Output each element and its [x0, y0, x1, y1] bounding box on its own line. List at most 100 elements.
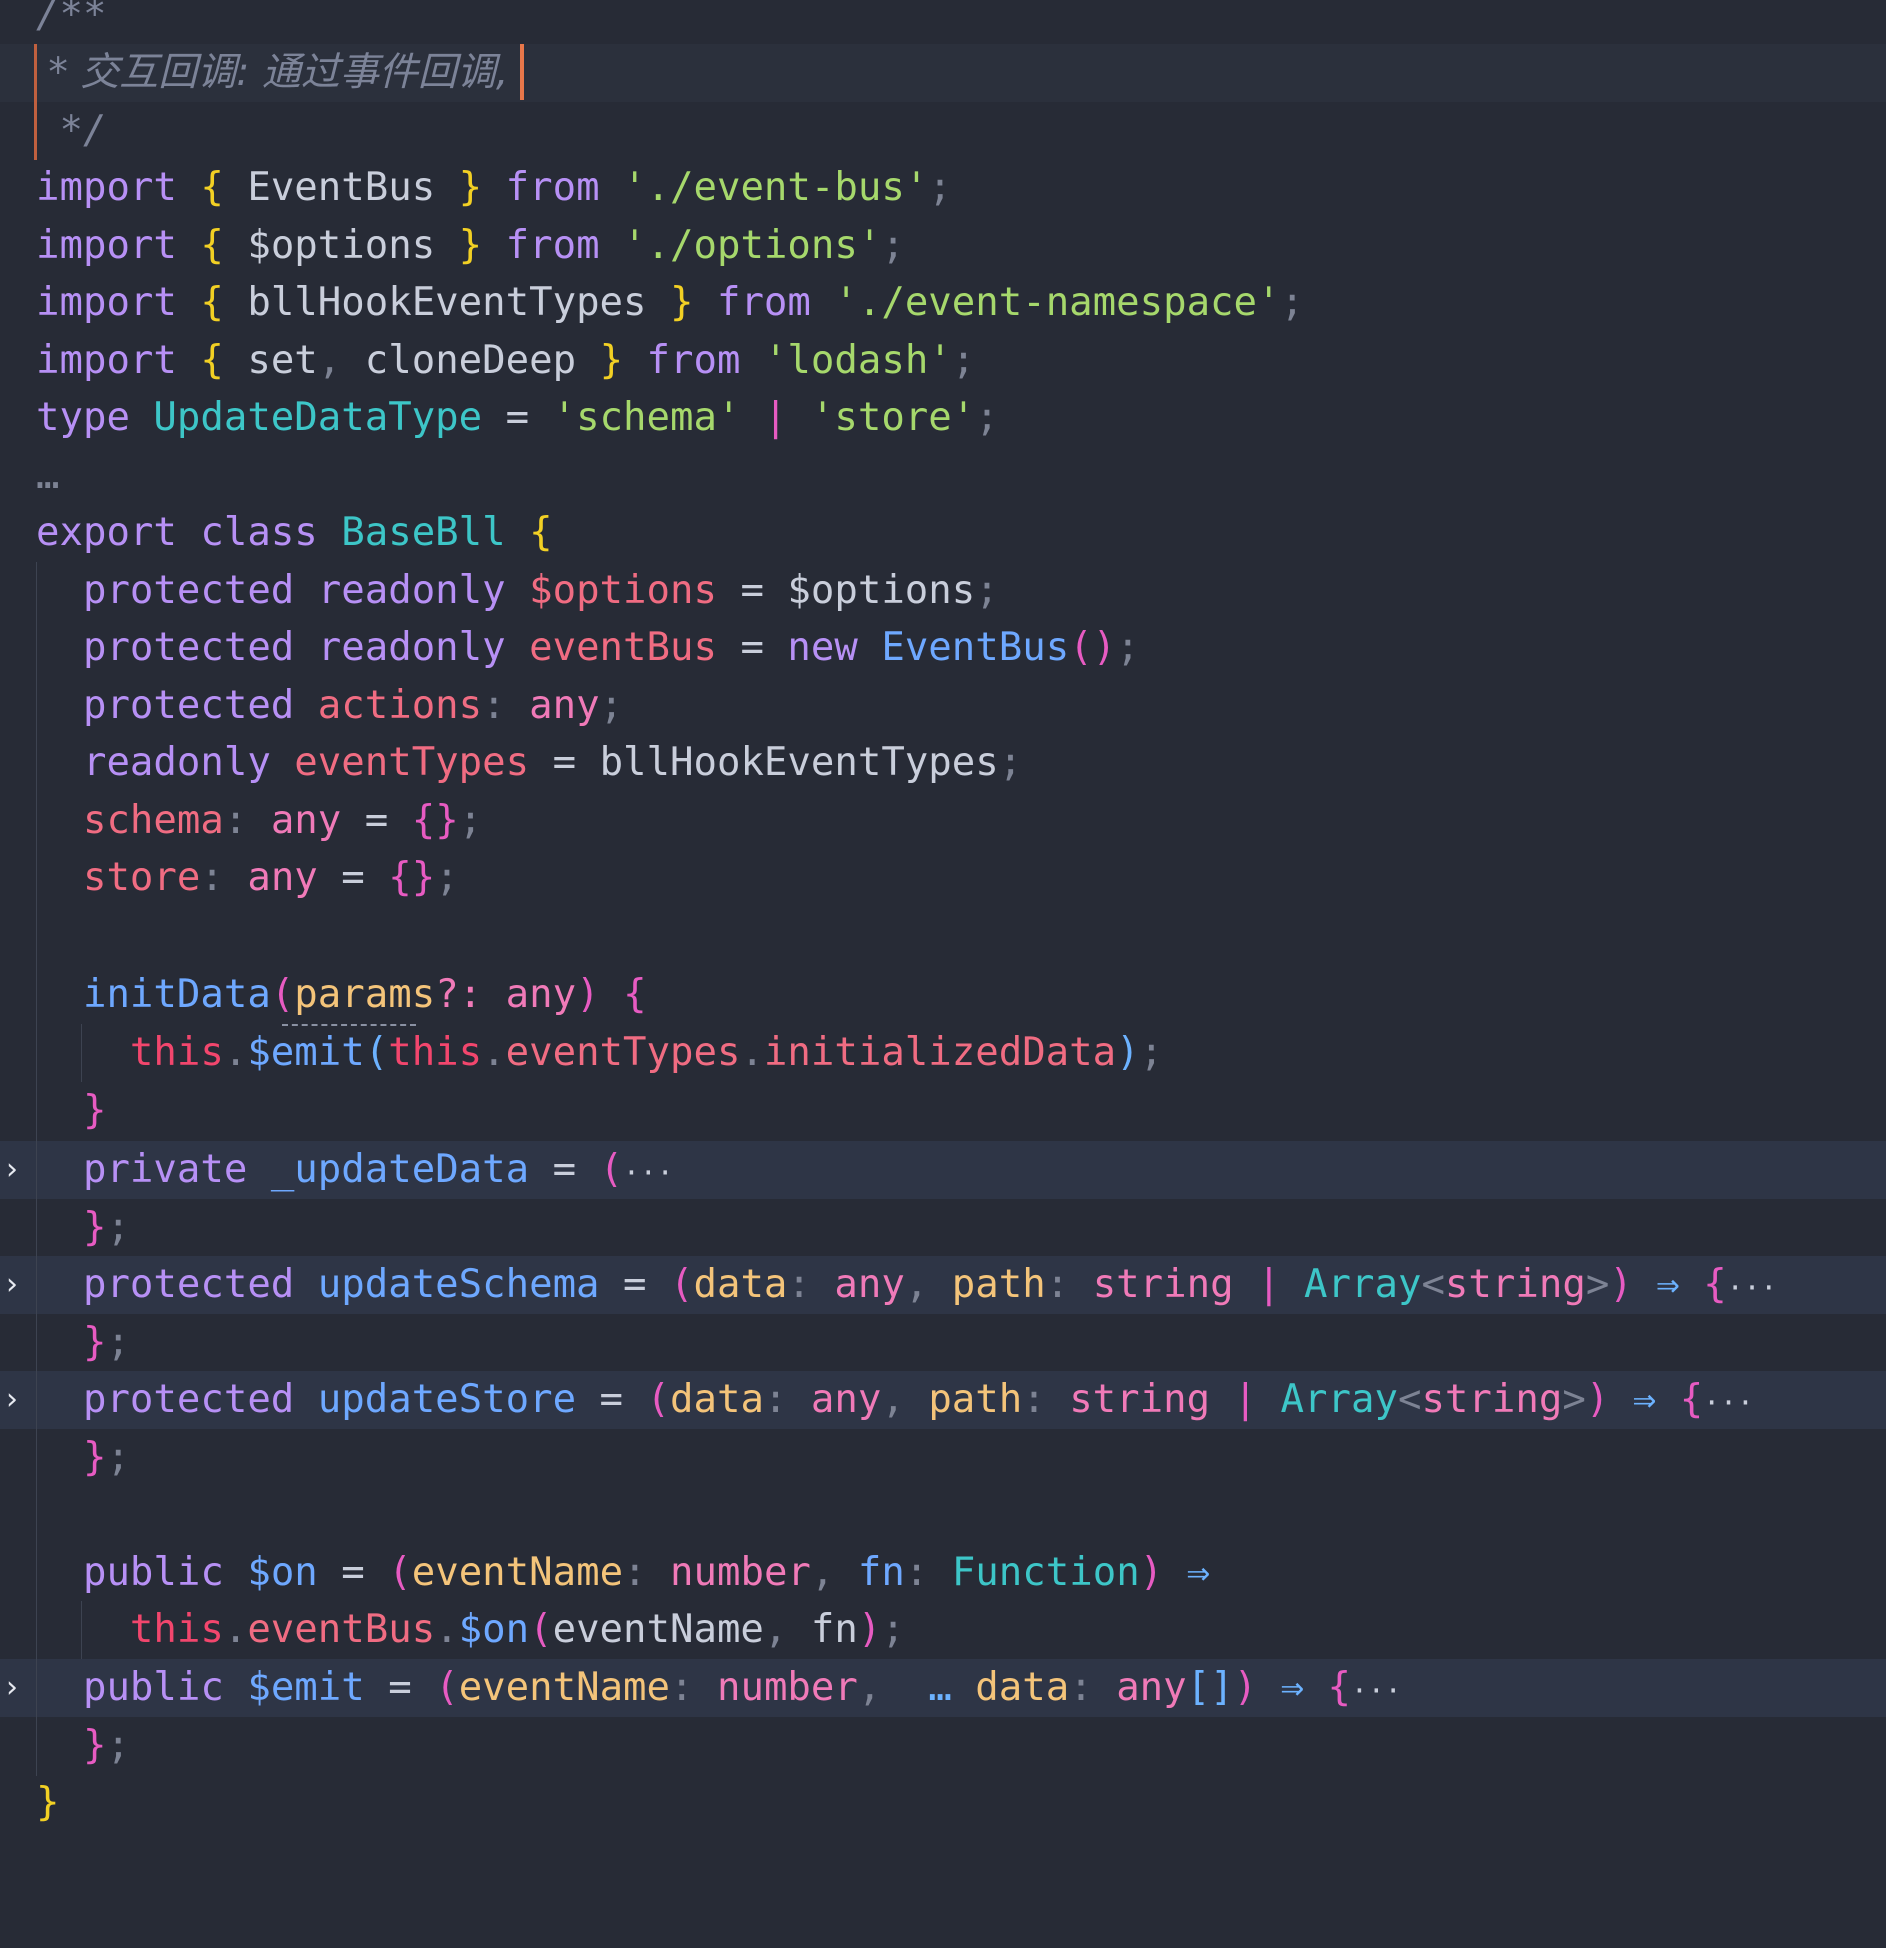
modifier: public — [82, 1665, 224, 1710]
fold-ellipsis[interactable]: ··· — [1703, 1386, 1754, 1419]
code-line[interactable]: import { set, cloneDeep } from 'lodash'; — [0, 332, 1886, 390]
code-line[interactable]: }; — [0, 1314, 1886, 1372]
modifier: readonly — [317, 625, 506, 670]
method-name: _updateData — [270, 1147, 530, 1192]
property-name: eventTypes — [294, 740, 530, 785]
property-value: bllHookEventTypes — [599, 740, 999, 785]
import-keyword: import — [36, 338, 177, 383]
type-annotation: number — [716, 1665, 858, 1710]
import-keyword: import — [36, 280, 177, 325]
property-name: store — [82, 855, 201, 900]
from-keyword: from — [505, 223, 600, 268]
code-line[interactable]: › public $emit = (eventName: number, … d… — [0, 1659, 1886, 1717]
method-name: initData — [82, 972, 271, 1017]
from-keyword: from — [646, 338, 741, 383]
fold-ellipsis[interactable]: ··· — [1351, 1674, 1402, 1707]
fold-ellipsis[interactable]: ··· — [623, 1156, 674, 1189]
code-line[interactable]: */ — [0, 102, 1886, 160]
type-annotation: any — [834, 1262, 905, 1307]
code-line[interactable]: } — [0, 1082, 1886, 1140]
property-access: initializedData — [763, 1030, 1117, 1075]
this-keyword: this — [129, 1030, 224, 1075]
code-line[interactable]: }; — [0, 1429, 1886, 1487]
import-name: bllHookEventTypes — [247, 280, 647, 325]
code-line[interactable]: /** — [0, 0, 1886, 44]
comment-text: * 交互回调: 通过事件回调, — [36, 50, 509, 95]
code-line[interactable]: › private _updateData = (··· — [0, 1141, 1886, 1199]
modifier: readonly — [82, 740, 271, 785]
code-line[interactable]: this.eventBus.$on(eventName, fn); — [0, 1601, 1886, 1659]
parameter-name: data — [693, 1262, 788, 1307]
fold-chevron-icon[interactable]: › — [0, 1659, 24, 1717]
import-path: './event-bus' — [623, 165, 929, 210]
import-path: './event-namespace' — [834, 280, 1281, 325]
folded-region-ellipsis[interactable]: … — [36, 453, 59, 498]
import-name: $options — [247, 223, 436, 268]
parameter-name: path — [928, 1377, 1023, 1422]
type-annotation: number — [670, 1550, 811, 1595]
method-call: $on — [458, 1607, 530, 1652]
argument: eventName — [552, 1607, 764, 1652]
type-literal: 'store' — [810, 395, 976, 440]
import-name: EventBus — [247, 165, 436, 210]
import-keyword: import — [36, 165, 177, 210]
property-name: eventBus — [529, 625, 717, 670]
modifier: public — [82, 1550, 224, 1595]
code-line[interactable]: import { bllHookEventTypes } from './eve… — [0, 274, 1886, 332]
code-line[interactable]: public $on = (eventName: number, fn: Fun… — [0, 1544, 1886, 1602]
modifier: private — [82, 1147, 248, 1192]
text-caret — [520, 44, 525, 100]
import-path: 'lodash' — [763, 338, 952, 383]
class-name: BaseBll — [341, 510, 506, 555]
code-line[interactable]: * 交互回调: 通过事件回调, — [0, 44, 1886, 102]
code-line[interactable]: }; — [0, 1717, 1886, 1775]
parameter-name: fn — [857, 1550, 905, 1595]
property-access: eventTypes — [505, 1030, 741, 1075]
code-line[interactable]: › protected updateSchema = (data: any, p… — [0, 1256, 1886, 1314]
code-editor[interactable]: /** * 交互回调: 通过事件回调, */ import { EventBus… — [0, 0, 1886, 1838]
property-name: schema — [82, 798, 224, 843]
fold-chevron-icon[interactable]: › — [0, 1141, 24, 1199]
code-line[interactable]: type UpdateDataType = 'schema' | 'store'… — [0, 389, 1886, 447]
code-line[interactable]: … — [0, 447, 1886, 505]
import-name: set — [247, 338, 318, 383]
argument: fn — [810, 1607, 858, 1652]
fold-chevron-icon[interactable]: › — [0, 1371, 24, 1429]
property-access: eventBus — [247, 1607, 436, 1652]
constructor-name: EventBus — [881, 625, 1070, 670]
code-line[interactable]: initData(params?: any) { — [0, 966, 1886, 1024]
comment-close: */ — [36, 108, 107, 153]
method-name: $on — [247, 1550, 318, 1595]
method-name: updateStore — [317, 1377, 577, 1422]
code-line[interactable]: schema: any = {}; — [0, 792, 1886, 850]
modifier: protected — [82, 625, 295, 670]
fold-ellipsis[interactable]: ··· — [1727, 1271, 1778, 1304]
class-keyword: class — [200, 510, 318, 555]
code-line[interactable]: }; — [0, 1199, 1886, 1257]
type-annotation: any — [505, 972, 577, 1017]
code-line[interactable]: protected readonly $options = $options; — [0, 562, 1886, 620]
this-keyword: this — [129, 1607, 224, 1652]
code-line[interactable]: } — [0, 1774, 1886, 1832]
import-keyword: import — [36, 223, 177, 268]
from-keyword: from — [505, 165, 600, 210]
type-annotation: string — [1069, 1377, 1211, 1422]
generic-type: Array — [1280, 1377, 1398, 1422]
fold-chevron-icon[interactable]: › — [0, 1256, 24, 1314]
code-line[interactable]: export class BaseBll { — [0, 504, 1886, 562]
code-line[interactable]: readonly eventTypes = bllHookEventTypes; — [0, 734, 1886, 792]
code-line[interactable]: protected actions: any; — [0, 677, 1886, 735]
spread-operator: … — [928, 1665, 952, 1710]
code-line[interactable]: › protected updateStore = (data: any, pa… — [0, 1371, 1886, 1429]
comment-open: /** — [36, 0, 107, 37]
code-line[interactable]: import { EventBus } from './event-bus'; — [0, 159, 1886, 217]
type-annotation: any — [529, 683, 600, 728]
property-name: $options — [529, 568, 717, 613]
type-annotation: string — [1444, 1262, 1586, 1307]
new-keyword: new — [787, 625, 858, 670]
property-name: actions — [317, 683, 483, 728]
code-line[interactable]: protected readonly eventBus = new EventB… — [0, 619, 1886, 677]
code-line[interactable]: store: any = {}; — [0, 849, 1886, 907]
code-line[interactable]: this.$emit(this.eventTypes.initializedDa… — [0, 1024, 1886, 1082]
code-line[interactable]: import { $options } from './options'; — [0, 217, 1886, 275]
